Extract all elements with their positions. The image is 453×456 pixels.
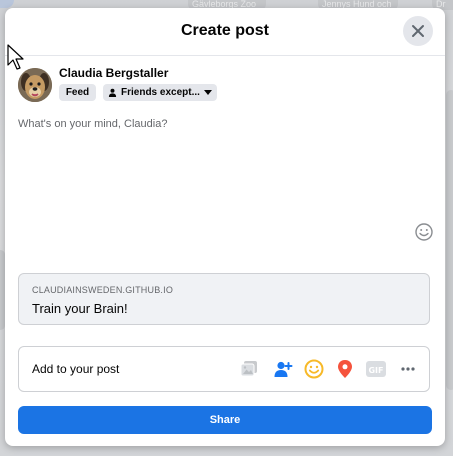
link-title: Train your Brain! — [32, 301, 128, 316]
svg-text:GIF: GIF — [368, 366, 383, 375]
emoji-icon — [415, 223, 433, 241]
check-in-button[interactable] — [334, 358, 356, 380]
add-to-post-label: Add to your post — [32, 362, 120, 376]
dialog-header: Create post — [5, 8, 445, 56]
dialog-title: Create post — [180, 22, 270, 39]
close-icon — [412, 25, 424, 37]
photo-video-button[interactable] — [238, 358, 260, 380]
link-domain: CLAUDIAINSWEDEN.GITHUB.IO — [32, 285, 174, 295]
close-button[interactable] — [403, 16, 433, 46]
gif-icon: GIF — [366, 361, 386, 377]
caret-down-icon — [204, 89, 212, 96]
photo-video-icon — [240, 361, 257, 377]
mouse-cursor-icon — [7, 44, 24, 70]
share-button[interactable]: Share — [18, 406, 432, 434]
create-post-dialog: Create post Claudia Bergstaller Feed Fri… — [5, 8, 445, 446]
user-name: Claudia Bergstaller — [59, 66, 169, 80]
audience-label: Friends except... — [121, 87, 200, 98]
share-label: Share — [209, 414, 241, 426]
background-card — [446, 90, 453, 390]
emoji-button[interactable] — [414, 222, 434, 242]
feeling-icon — [304, 359, 324, 379]
post-text-input[interactable]: What's on your mind, Claudia? — [18, 118, 167, 130]
dog-avatar-icon — [18, 68, 52, 102]
user-avatar[interactable] — [18, 68, 52, 102]
check-in-icon — [338, 360, 352, 378]
gif-button[interactable]: GIF — [365, 358, 387, 380]
more-options-button[interactable] — [397, 358, 419, 380]
background-avatar — [0, 0, 14, 8]
link-preview-card[interactable]: CLAUDIAINSWEDEN.GITHUB.IO Train your Bra… — [18, 273, 430, 325]
feed-selector-button[interactable]: Feed — [59, 84, 96, 101]
add-to-post-bar: Add to your post GIF — [18, 346, 430, 392]
friends-icon — [108, 88, 117, 97]
tag-people-button[interactable] — [272, 358, 294, 380]
tag-people-icon — [274, 361, 293, 377]
feeling-activity-button[interactable] — [303, 358, 325, 380]
feed-label: Feed — [65, 87, 90, 98]
audience-selector-button[interactable]: Friends except... — [103, 84, 217, 101]
more-icon — [401, 367, 415, 371]
